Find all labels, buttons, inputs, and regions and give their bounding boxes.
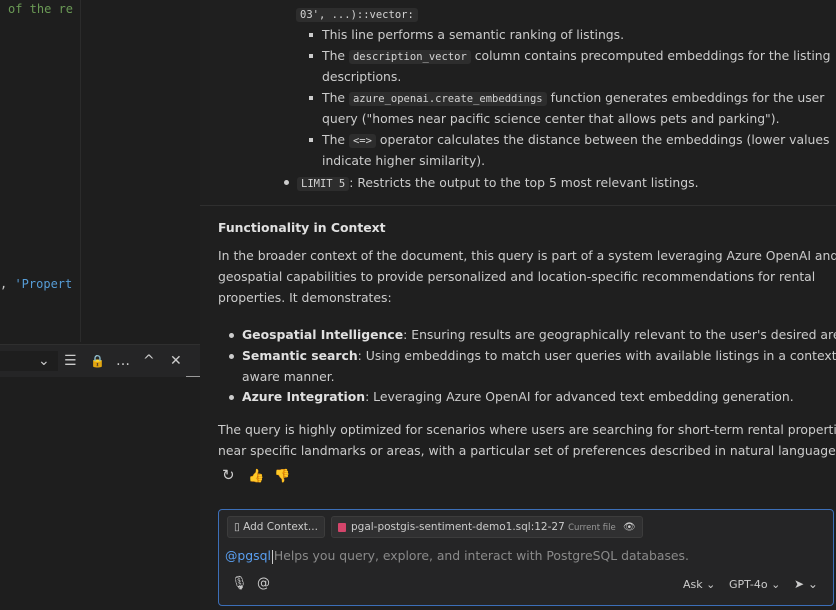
model-dropdown[interactable]: GPT-4o ⌄ (729, 578, 780, 591)
sub-bullet-2: The description_vector column contains p… (322, 45, 831, 68)
mode-label: Ask (683, 578, 703, 591)
bullet (284, 180, 289, 185)
paragraph-line: In the broader context of the document, … (218, 248, 836, 263)
more-icon[interactable]: … (116, 352, 130, 370)
text: function generates embeddings for the us… (546, 90, 825, 105)
feature-semantic: Semantic search: Using embeddings to mat… (242, 345, 836, 366)
chevron-down-icon: ⌄ (771, 578, 781, 591)
file-chip-tag: Current file (568, 523, 616, 533)
chevron-down-icon: ⌄ (706, 578, 716, 591)
code-line-property: , 'Propert (0, 277, 72, 291)
text-caret (271, 549, 273, 564)
code-comment-line: of the re (8, 2, 74, 16)
paragraph-line: near specific landmarks or areas, with a… (218, 443, 836, 458)
feature-title: Geospatial Intelligence (242, 327, 404, 342)
inline-code: azure_openai.create_embeddings (348, 92, 547, 106)
paragraph-line: The query is highly optimized for scenar… (218, 422, 836, 437)
text: operator calculates the distance between… (375, 132, 830, 147)
limit-bullet: LIMIT 5: Restricts the output to the top… (297, 172, 699, 195)
bullet (309, 96, 313, 100)
inline-code: LIMIT 5 (297, 177, 350, 191)
retry-icon[interactable]: ↻ (222, 466, 235, 484)
code-snippet: 03', ...)::vector: (296, 8, 418, 22)
text: The (322, 132, 349, 147)
paragraph-line: properties. It demonstrates: (218, 290, 392, 305)
mention-icon[interactable]: @ (257, 576, 270, 591)
sub-bullet-4: The <=> operator calculates the distance… (322, 129, 829, 152)
mode-dropdown[interactable]: Ask ⌄ (683, 578, 715, 591)
thumbs-down-icon[interactable]: 👎 (274, 469, 290, 484)
section-heading: Functionality in Context (218, 220, 386, 235)
chevron-down-icon[interactable]: ⌄ (38, 352, 50, 370)
underscore-mark (186, 376, 200, 377)
sub-bullet-3-cont: query ("homes near pacific science cente… (322, 111, 780, 126)
model-label: GPT-4o (729, 578, 768, 591)
text: : Restricts the output to the top 5 most… (349, 175, 699, 190)
find-widget: ⌄ ☰ 🔒 … ^ ✕ (0, 344, 200, 377)
bullet (309, 54, 313, 58)
add-context-label: Add Context... (243, 521, 318, 533)
file-chip-range: :12-27 (530, 521, 565, 533)
send-icon: ➤ (794, 577, 805, 591)
feature-title: Azure Integration (242, 389, 366, 404)
bullet (229, 333, 234, 338)
feature-desc: : Leveraging Azure OpenAI for advanced t… (365, 389, 794, 404)
bullet (229, 395, 234, 400)
lock-icon[interactable]: 🔒 (90, 352, 105, 370)
feature-desc: : Ensuring results are geographically re… (403, 327, 836, 342)
editor-gutter-divider (80, 0, 81, 342)
chat-input-field[interactable]: @pgsql Helps you query, explore, and inte… (225, 548, 689, 564)
find-in-selection-icon[interactable]: ☰ (64, 352, 77, 370)
chat-panel: 03', ...)::vector: This line performs a … (200, 0, 836, 610)
section-divider (200, 205, 836, 206)
feature-azure: Azure Integration: Leveraging Azure Open… (242, 386, 794, 407)
text: column contains precomputed embeddings f… (470, 48, 831, 63)
thumbs-up-icon[interactable]: 👍 (248, 469, 264, 484)
text: The (322, 48, 349, 63)
microphone-icon[interactable]: 🎙 (231, 576, 248, 591)
agent-mention: @pgsql (225, 548, 271, 563)
sub-bullet-1: This line performs a semantic ranking of… (322, 27, 625, 42)
send-button[interactable]: ➤ ⌄ (794, 577, 818, 591)
sub-bullet-2-cont: descriptions. (322, 69, 402, 84)
bullet (309, 33, 313, 37)
editor-pane[interactable]: of the re , 'Propert ⌄ ☰ 🔒 … ^ ✕ (0, 0, 200, 610)
feature-title: Semantic search (242, 348, 358, 363)
inline-code: description_vector (348, 50, 471, 64)
feature-semantic-cont: aware manner. (242, 369, 335, 384)
input-placeholder: Helps you query, explore, and interact w… (273, 548, 689, 563)
bullet (309, 138, 313, 142)
sub-bullet-3: The azure_openai.create_embeddings funct… (322, 87, 824, 110)
chevron-up-icon[interactable]: ^ (143, 352, 155, 370)
text: The (322, 90, 349, 105)
add-context-button[interactable]: ▯ Add Context... (227, 516, 325, 538)
eye-icon[interactable]: 👁 (623, 522, 636, 533)
close-icon[interactable]: ✕ (170, 352, 182, 370)
chat-input-box[interactable]: ▯ Add Context... pgal-postgis-sentiment-… (218, 509, 834, 606)
chevron-down-icon: ⌄ (807, 577, 818, 591)
feature-desc: : Using embeddings to match user queries… (357, 348, 836, 363)
file-chip-name: pgal-postgis-sentiment-demo1.sql (351, 521, 531, 533)
code-punct: , (0, 277, 15, 291)
inline-code: <=> (348, 134, 376, 148)
sub-bullet-4-cont: indicate higher similarity). (322, 153, 486, 168)
code-string: 'Propert (14, 277, 73, 291)
current-file-chip[interactable]: pgal-postgis-sentiment-demo1.sql:12-27 C… (331, 516, 643, 538)
attach-icon: ▯ (234, 521, 240, 533)
paragraph-line: geospatial capabilities to provide perso… (218, 269, 816, 284)
sql-file-icon (338, 522, 346, 532)
feature-geospatial: Geospatial Intelligence: Ensuring result… (242, 324, 836, 345)
bullet (229, 354, 234, 359)
